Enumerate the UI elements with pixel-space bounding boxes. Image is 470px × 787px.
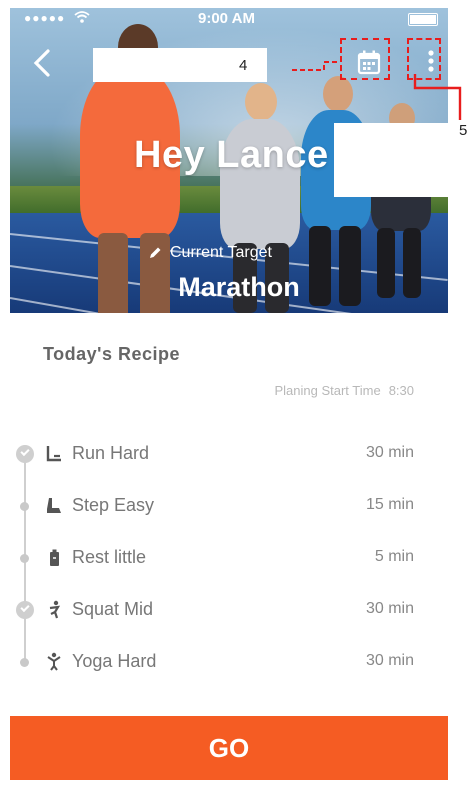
recipe-step[interactable]: Rest little 5 min	[0, 545, 470, 575]
recipe-step[interactable]: Squat Mid 30 min	[0, 597, 470, 627]
step-duration: 30 min	[365, 444, 414, 461]
recipe-step[interactable]: Step Easy 15 min	[0, 493, 470, 523]
check-circle-icon	[16, 445, 34, 463]
step-icon	[47, 498, 61, 513]
squat-icon	[49, 600, 61, 619]
step-name: Squat Mid	[72, 599, 154, 619]
recipe-title: Today's Recipe	[43, 344, 180, 364]
current-target-text: Current Target	[170, 244, 272, 261]
step-duration: 15 min	[365, 496, 414, 513]
status-bar: ●●●●● 9:00 AM	[10, 8, 448, 30]
back-button[interactable]	[30, 48, 54, 78]
plan-time: 8:30	[388, 383, 414, 398]
planing-start-time: Planing Start Time 8:30	[274, 383, 414, 398]
timeline-dot	[20, 502, 29, 511]
timeline-dot	[20, 554, 29, 563]
current-target-value: Marathon	[178, 272, 300, 302]
recipe-step[interactable]: Run Hard 30 min	[0, 441, 470, 471]
callout-number-4: 4	[239, 57, 248, 74]
step-name: Run Hard	[72, 443, 150, 463]
step-name: Step Easy	[72, 495, 155, 515]
step-name: Yoga Hard	[72, 651, 157, 671]
check-circle-icon	[16, 601, 34, 619]
clock-time: 9:00 AM	[198, 10, 255, 27]
recipe-step[interactable]: Yoga Hard 30 min	[0, 649, 470, 679]
step-duration: 5 min	[374, 548, 414, 565]
step-name: Rest little	[72, 547, 147, 567]
yoga-icon	[47, 652, 61, 671]
current-target-label[interactable]: Current Target	[148, 244, 272, 262]
chevron-left-icon	[33, 49, 50, 77]
pencil-icon	[150, 247, 161, 258]
go-button[interactable]: GO	[10, 716, 448, 780]
callout-leader-lines	[292, 61, 462, 120]
battery-icon	[408, 13, 438, 26]
timeline-dot	[20, 658, 29, 667]
signal-icon: ●●●●●	[24, 11, 66, 25]
run-icon	[46, 446, 61, 462]
step-duration: 30 min	[365, 600, 414, 617]
rest-icon	[50, 549, 59, 566]
wifi-icon	[74, 10, 90, 27]
greeting-title: Hey Lance	[134, 134, 329, 176]
step-duration: 30 min	[365, 652, 414, 669]
plan-label: Planing Start Time	[274, 383, 381, 398]
